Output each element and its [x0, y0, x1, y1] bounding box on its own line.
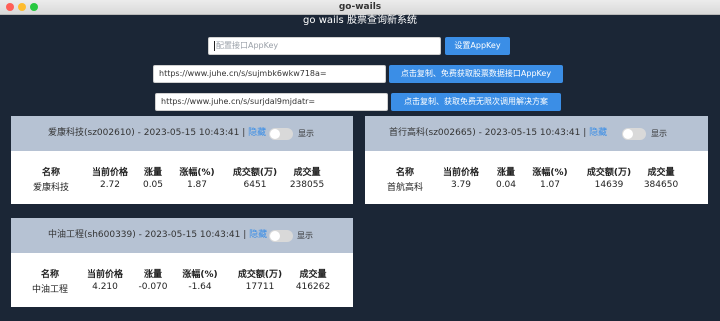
link-row-solution: https://www.juhe.cn/s/surjdal9mjdatr= 点击… — [0, 93, 720, 111]
copy-appkey-link-button[interactable]: 点击复制、免费获取股票数据接口AppKey — [389, 65, 563, 83]
display-toggle[interactable] — [269, 230, 293, 242]
copy-solution-link-button[interactable]: 点击复制、获取免费无限次调用解决方案 — [391, 93, 561, 111]
col-header-name: 名称 — [40, 270, 59, 280]
cell-name: 首航高科 — [386, 183, 423, 193]
appkey-row: 配置接口AppKey 设置AppKey — [0, 37, 720, 55]
cell-volume: 238055 — [289, 180, 325, 190]
cell-volume: 384650 — [643, 180, 679, 190]
col-header-turnover: 成交额(万) — [586, 168, 632, 178]
cell-turnover: 6451 — [243, 180, 267, 190]
stock-card-title-text: 中油工程(sh600339) - 2023-05-15 10:43:41 | — [48, 230, 247, 240]
col-header-change-pct: 涨幅(%) — [532, 168, 568, 178]
link-row-appkey: https://www.juhe.cn/s/sujmbk6wkw718a= 点击… — [0, 65, 720, 83]
display-toggle[interactable] — [269, 128, 293, 140]
window-title: go-wails — [338, 2, 382, 12]
appkey-input[interactable]: 配置接口AppKey — [208, 37, 441, 55]
hide-link[interactable]: 隐藏 — [248, 128, 266, 138]
show-label: 显示 — [651, 129, 667, 138]
stock-card-title-text: 爱康科技(sz002610) - 2023-05-15 10:43:41 | — [48, 128, 246, 138]
col-header-name: 名称 — [395, 168, 414, 178]
app-title: go wails 股票查询新系统 — [303, 15, 417, 26]
show-label: 显示 — [297, 231, 313, 240]
cell-name: 爱康科技 — [32, 183, 69, 193]
col-header-volume: 成交量 — [293, 168, 321, 178]
col-header-name: 名称 — [41, 168, 60, 178]
cell-change-pct: -1.64 — [188, 282, 212, 292]
stock-card-title: 首行高科(sz002665) - 2023-05-15 10:43:41 | 隐… — [389, 116, 607, 151]
toggle-knob — [623, 129, 633, 139]
hide-link[interactable]: 隐藏 — [589, 128, 607, 138]
cell-change-pct: 1.87 — [186, 180, 208, 190]
stock-card-title: 中油工程(sh600339) - 2023-05-15 10:43:41 | 隐… — [48, 218, 267, 253]
hide-link[interactable]: 隐藏 — [249, 230, 267, 240]
stock-card-header: 爱康科技(sz002610) - 2023-05-15 10:43:41 | 隐… — [11, 116, 353, 151]
col-header-change-pct: 涨幅(%) — [182, 270, 218, 280]
col-header-volume: 成交量 — [647, 168, 675, 178]
col-header-turnover: 成交额(万) — [232, 168, 278, 178]
show-label: 显示 — [298, 129, 314, 138]
cell-turnover: 14639 — [594, 180, 624, 190]
stock-card: 中油工程(sh600339) - 2023-05-15 10:43:41 | 隐… — [11, 218, 353, 307]
stock-card-title-text: 首行高科(sz002665) - 2023-05-15 10:43:41 | — [389, 128, 587, 138]
solution-url-field[interactable]: https://www.juhe.cn/s/surjdal9mjdatr= — [155, 93, 388, 111]
text-caret — [214, 40, 215, 51]
cell-turnover: 17711 — [245, 282, 275, 292]
cell-change-pct: 1.07 — [539, 180, 561, 190]
cell-name: 中油工程 — [31, 285, 68, 295]
window-titlebar: go-wails — [0, 0, 720, 15]
col-header-turnover: 成交额(万) — [237, 270, 283, 280]
stock-card-header: 首行高科(sz002665) - 2023-05-15 10:43:41 | 隐… — [365, 116, 708, 151]
appkey-placeholder: 配置接口AppKey — [216, 41, 279, 50]
stock-card: 爱康科技(sz002610) - 2023-05-15 10:43:41 | 隐… — [11, 116, 353, 204]
stock-card: 首行高科(sz002665) - 2023-05-15 10:43:41 | 隐… — [365, 116, 708, 204]
stock-card-header: 中油工程(sh600339) - 2023-05-15 10:43:41 | 隐… — [11, 218, 353, 253]
stock-card-title: 爱康科技(sz002610) - 2023-05-15 10:43:41 | 隐… — [48, 116, 266, 151]
cell-volume: 416262 — [295, 282, 331, 292]
toggle-knob — [270, 231, 280, 241]
appkey-url-field[interactable]: https://www.juhe.cn/s/sujmbk6wkw718a= — [153, 65, 386, 83]
toggle-knob — [270, 129, 280, 139]
col-header-change-pct: 涨幅(%) — [179, 168, 215, 178]
set-appkey-button[interactable]: 设置AppKey — [445, 37, 510, 55]
col-header-volume: 成交量 — [299, 270, 327, 280]
display-toggle[interactable] — [622, 128, 646, 140]
